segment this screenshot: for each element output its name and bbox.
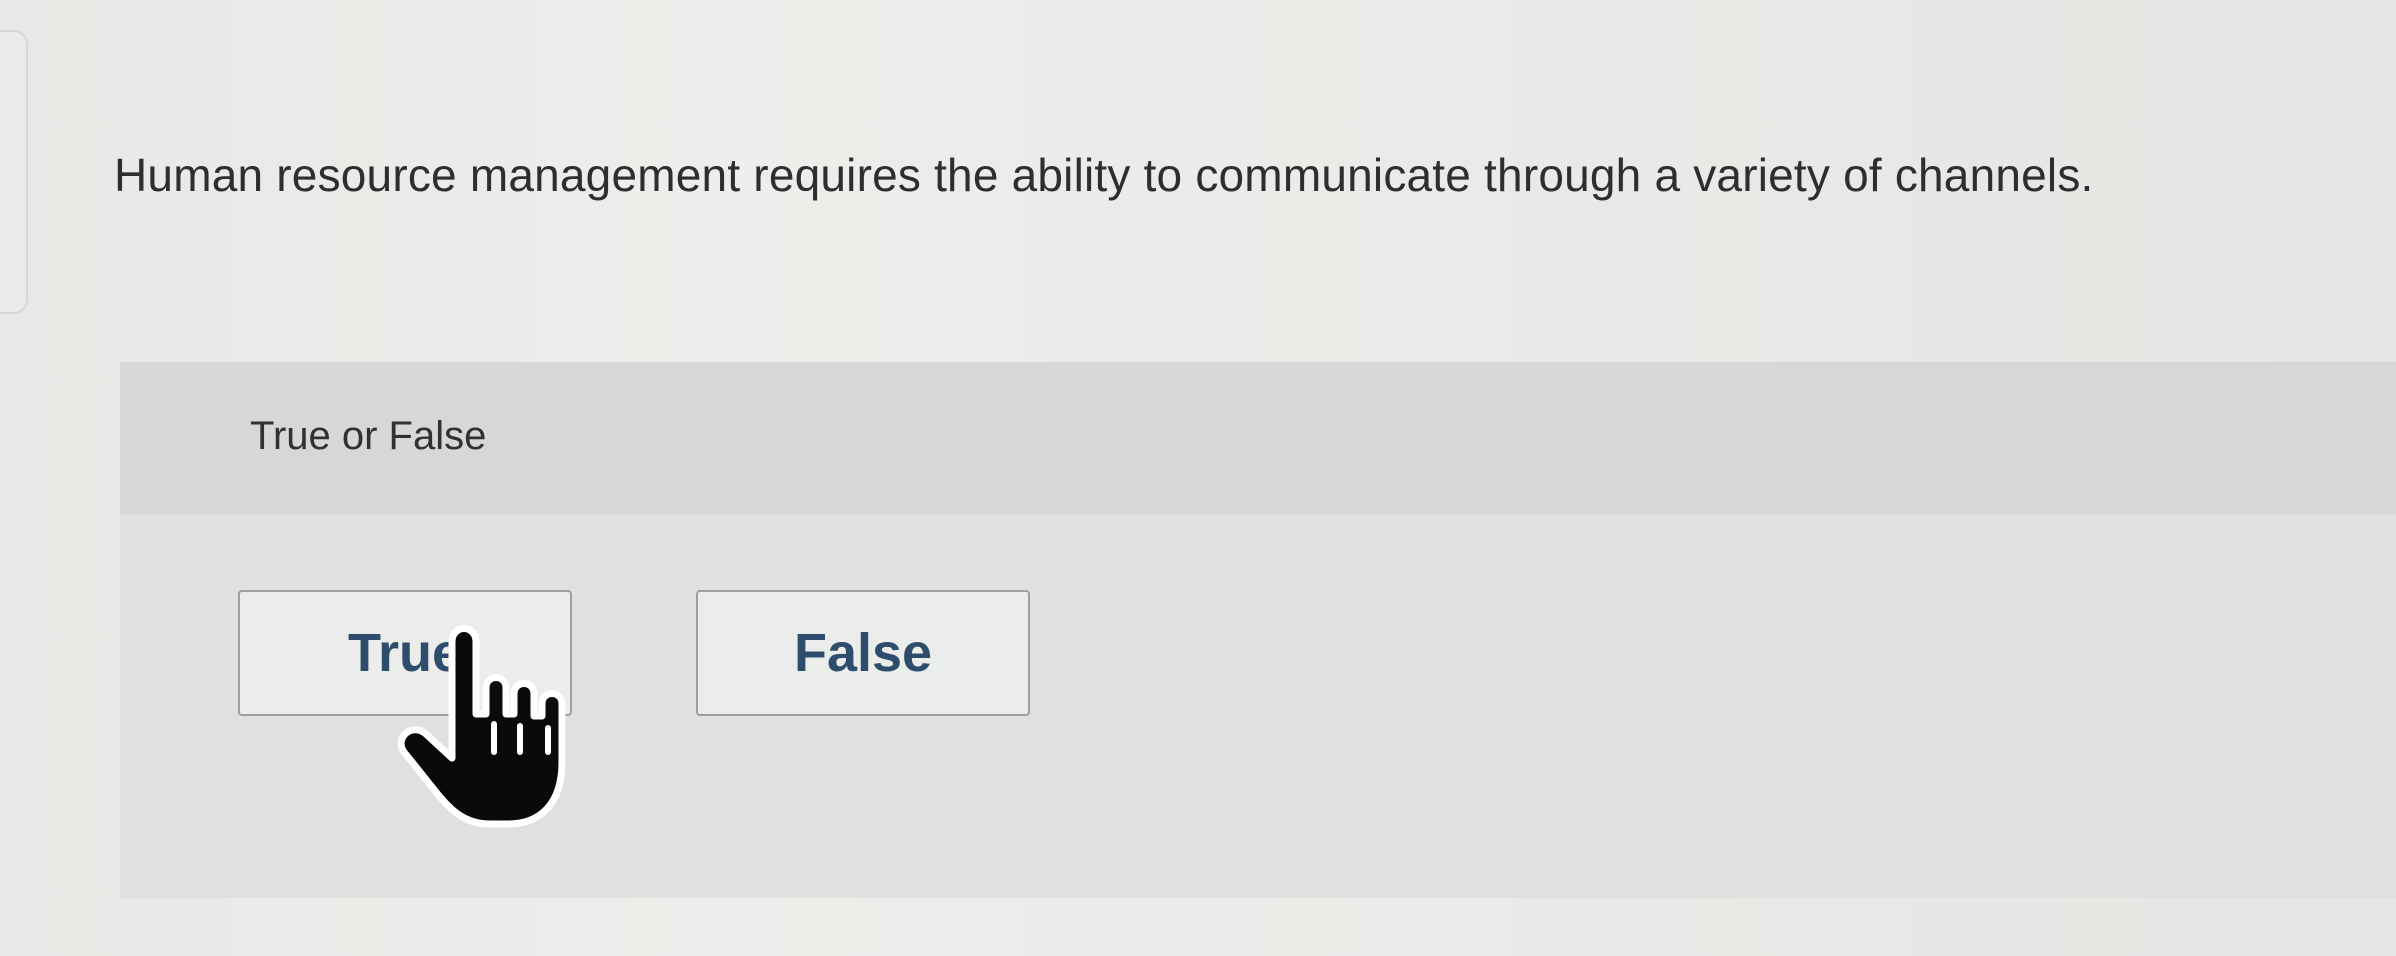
answer-panel-header: True or False xyxy=(120,362,2396,514)
pointer-hand-icon xyxy=(397,625,566,828)
false-button[interactable]: False xyxy=(696,590,1030,716)
left-edge-card xyxy=(0,30,28,314)
prompt-label: True or False xyxy=(250,414,487,458)
question-text: Human resource management requires the a… xyxy=(114,149,2094,201)
